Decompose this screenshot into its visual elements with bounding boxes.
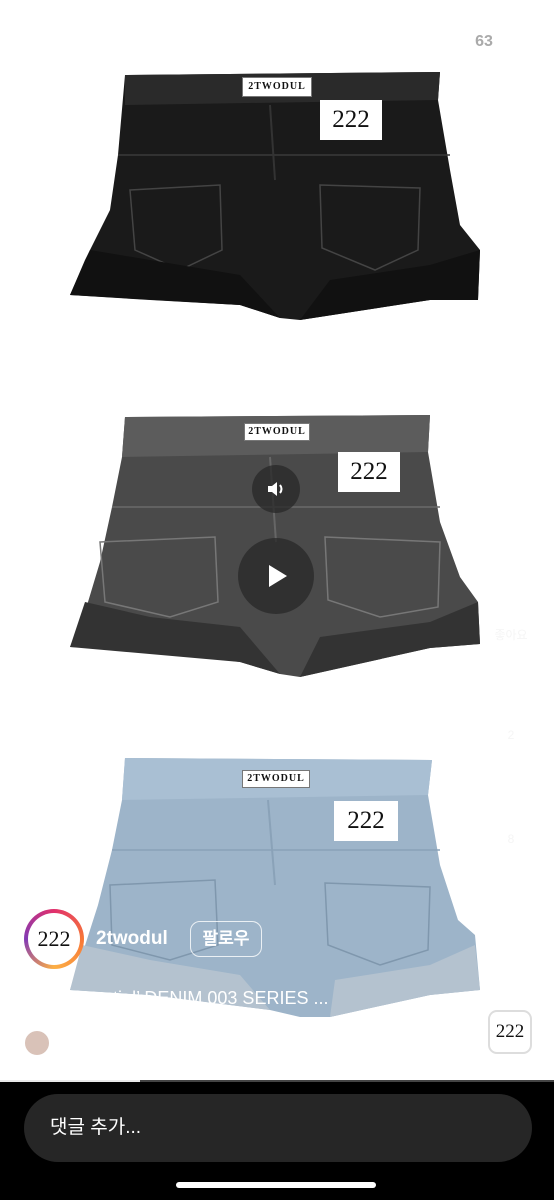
black-shorts-image [70,72,480,320]
waist-label: 2TWODUL [242,77,312,97]
liked-by-user: h0ngaejin [58,1039,128,1056]
follow-button[interactable]: 팔로우 [190,921,262,957]
speaker-icon [268,482,283,496]
waist-label: 2TWODUL [244,423,310,441]
repost-count: 8 [507,832,515,846]
sound-button[interactable] [252,465,300,513]
brand-tag: 222 [320,100,382,140]
more-dots-icon [498,956,524,962]
share-action[interactable] [488,892,534,928]
network-type: 5G [436,31,462,52]
like-action[interactable]: 좋아요 [488,584,534,643]
heart-icon [492,585,530,620]
comment-action[interactable]: 2 [488,684,534,742]
home-indicator [176,1182,376,1188]
audio-thumbnail[interactable]: 222 [488,1010,532,1054]
product-photo-black: 2TWODUL 222 [0,60,554,350]
comment-count: 2 [507,728,515,742]
like-label: 좋아요 [494,628,528,642]
liked-by-text[interactable]: h0ngaejin님 외 여러 명이 좋아합니다 [58,1033,307,1057]
play-icon [269,565,287,587]
repost-action[interactable]: 8 [488,786,534,846]
waist-label: 2TWODUL [242,770,310,788]
product-photo-blue: 2TWODUL 222 [0,755,554,1025]
avatar: 222 [28,913,80,965]
post-caption[interactable]: ‘222 Essential’ DENIM 003 SERIES ... [24,988,464,1009]
send-icon [493,894,529,927]
silent-bell-icon [122,32,138,50]
brand-tag: 222 [338,452,400,492]
battery-indicator: 63 [466,31,502,53]
liked-by-suffix: 님 외 여러 명이 좋아합니다 [127,1039,308,1056]
brand-tag: 222 [334,801,398,841]
avatar-ring[interactable]: 222 [24,909,84,969]
liker-avatar [24,1030,50,1056]
repost-icon [496,786,526,828]
signal-icon [398,32,424,50]
more-options-button[interactable] [488,955,534,963]
comment-bubble-icon [492,684,530,723]
status-time: 9:00 [62,28,109,54]
blue-shorts-image [70,758,480,1017]
play-button[interactable] [238,538,314,614]
username[interactable]: 2twodul [96,928,168,950]
add-comment-input[interactable]: 댓글 추가... [24,1094,532,1162]
